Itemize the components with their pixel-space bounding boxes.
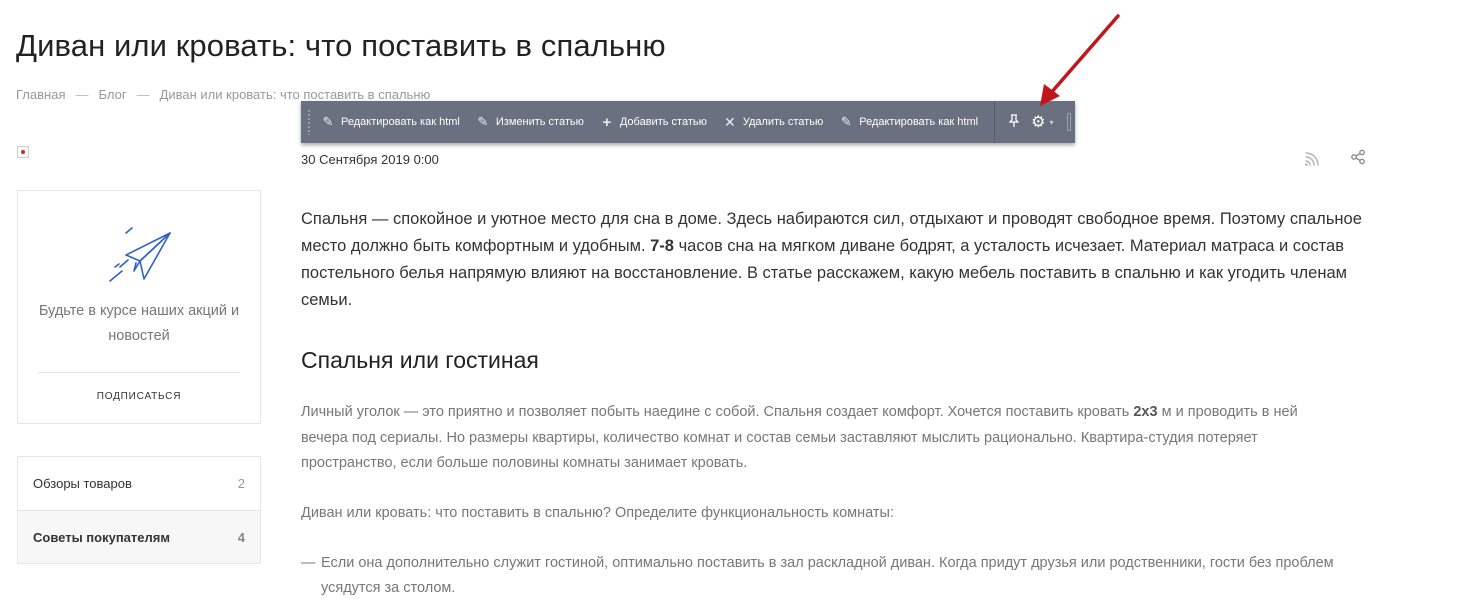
rss-icon[interactable] [1304, 151, 1320, 167]
chevron-down-icon: ▾ [1049, 117, 1054, 127]
intro-bold: 7-8 [650, 237, 674, 255]
category-label: Обзоры товаров [33, 476, 132, 491]
drag-handle-icon[interactable] [1067, 113, 1072, 131]
gear-icon: ⚙ [1031, 114, 1046, 131]
button-label: Изменить статью [495, 116, 584, 128]
breadcrumb-current: Диван или кровать: что поставить в спаль… [159, 87, 431, 102]
category-item-reviews[interactable]: Обзоры товаров 2 [18, 457, 260, 510]
post-date: 30 Сентября 2019 0:00 [301, 152, 439, 167]
divider [38, 372, 240, 373]
page-title: Диван или кровать: что поставить в спаль… [16, 28, 666, 63]
pencil-icon: ✎ [477, 114, 489, 129]
pencil-icon: ✎ [322, 114, 334, 129]
subscribe-widget: Будьте в курсе наших акций и новостей ПО… [17, 190, 261, 424]
drag-handle-icon[interactable] [307, 109, 311, 135]
article-paragraph: Личный уголок — это приятно и позволяет … [301, 400, 1341, 477]
breadcrumb-separator: — [136, 87, 150, 102]
admin-toolbar: ✎ Редактировать как html ✎ Изменить стат… [301, 101, 1075, 143]
category-list: Обзоры товаров 2 Советы покупателям 4 [17, 456, 261, 564]
breadcrumb: Главная — Блог — Диван или кровать: что … [16, 87, 430, 102]
button-label: Редактировать как html [859, 116, 979, 128]
edit-as-html-button-2[interactable]: ✎ Редактировать как html [839, 114, 979, 129]
plus-icon: + [602, 113, 612, 131]
settings-dropdown[interactable]: ⚙ ▾ [1031, 112, 1053, 132]
edit-article-button[interactable]: ✎ Изменить статью [476, 114, 584, 129]
toolbar-divider [994, 101, 996, 143]
subscribe-text: Будьте в курсе наших акций и новостей [38, 303, 240, 344]
paper-plane-icon [109, 227, 171, 282]
list-item-text: Если она дополнительно служит гостиной, … [321, 555, 1334, 596]
paragraph-bold: 2х3 [1133, 404, 1158, 420]
button-label: Добавить статью [619, 116, 707, 128]
share-icon[interactable] [1350, 149, 1366, 165]
pencil-icon: ✎ [840, 114, 852, 129]
subscribe-button[interactable]: ПОДПИСАТЬСЯ [38, 391, 240, 402]
breadcrumb-home[interactable]: Главная [16, 87, 65, 102]
delete-article-button[interactable]: ✕ Удалить статью [723, 113, 824, 130]
article-paragraph: Диван или кровать: что поставить в спаль… [301, 505, 894, 521]
add-article-button[interactable]: + Добавить статью [600, 113, 707, 131]
list-dash: — [301, 555, 316, 571]
pin-icon[interactable] [1008, 114, 1020, 130]
breadcrumb-separator: — [75, 87, 89, 102]
category-count: 2 [237, 476, 245, 491]
category-item-tips[interactable]: Советы покупателям 4 [18, 510, 260, 563]
article-intro: Спальня — спокойное и уютное место для с… [301, 206, 1381, 314]
list-item: — Если она дополнительно служит гостиной… [301, 551, 1341, 599]
button-label: Удалить статью [742, 116, 824, 128]
flag-icon [17, 146, 29, 158]
category-count: 4 [237, 529, 245, 545]
breadcrumb-blog[interactable]: Блог [98, 87, 126, 102]
edit-as-html-button[interactable]: ✎ Редактировать как html [321, 114, 460, 129]
close-icon: ✕ [723, 113, 736, 130]
category-label: Советы покупателям [33, 529, 170, 545]
button-label: Редактировать как html [341, 116, 460, 128]
paragraph-text: Личный уголок — это приятно и позволяет … [301, 404, 1134, 420]
section-heading: Спальня или гостиная [301, 347, 539, 373]
annotation-arrow-icon [1040, 14, 1120, 106]
